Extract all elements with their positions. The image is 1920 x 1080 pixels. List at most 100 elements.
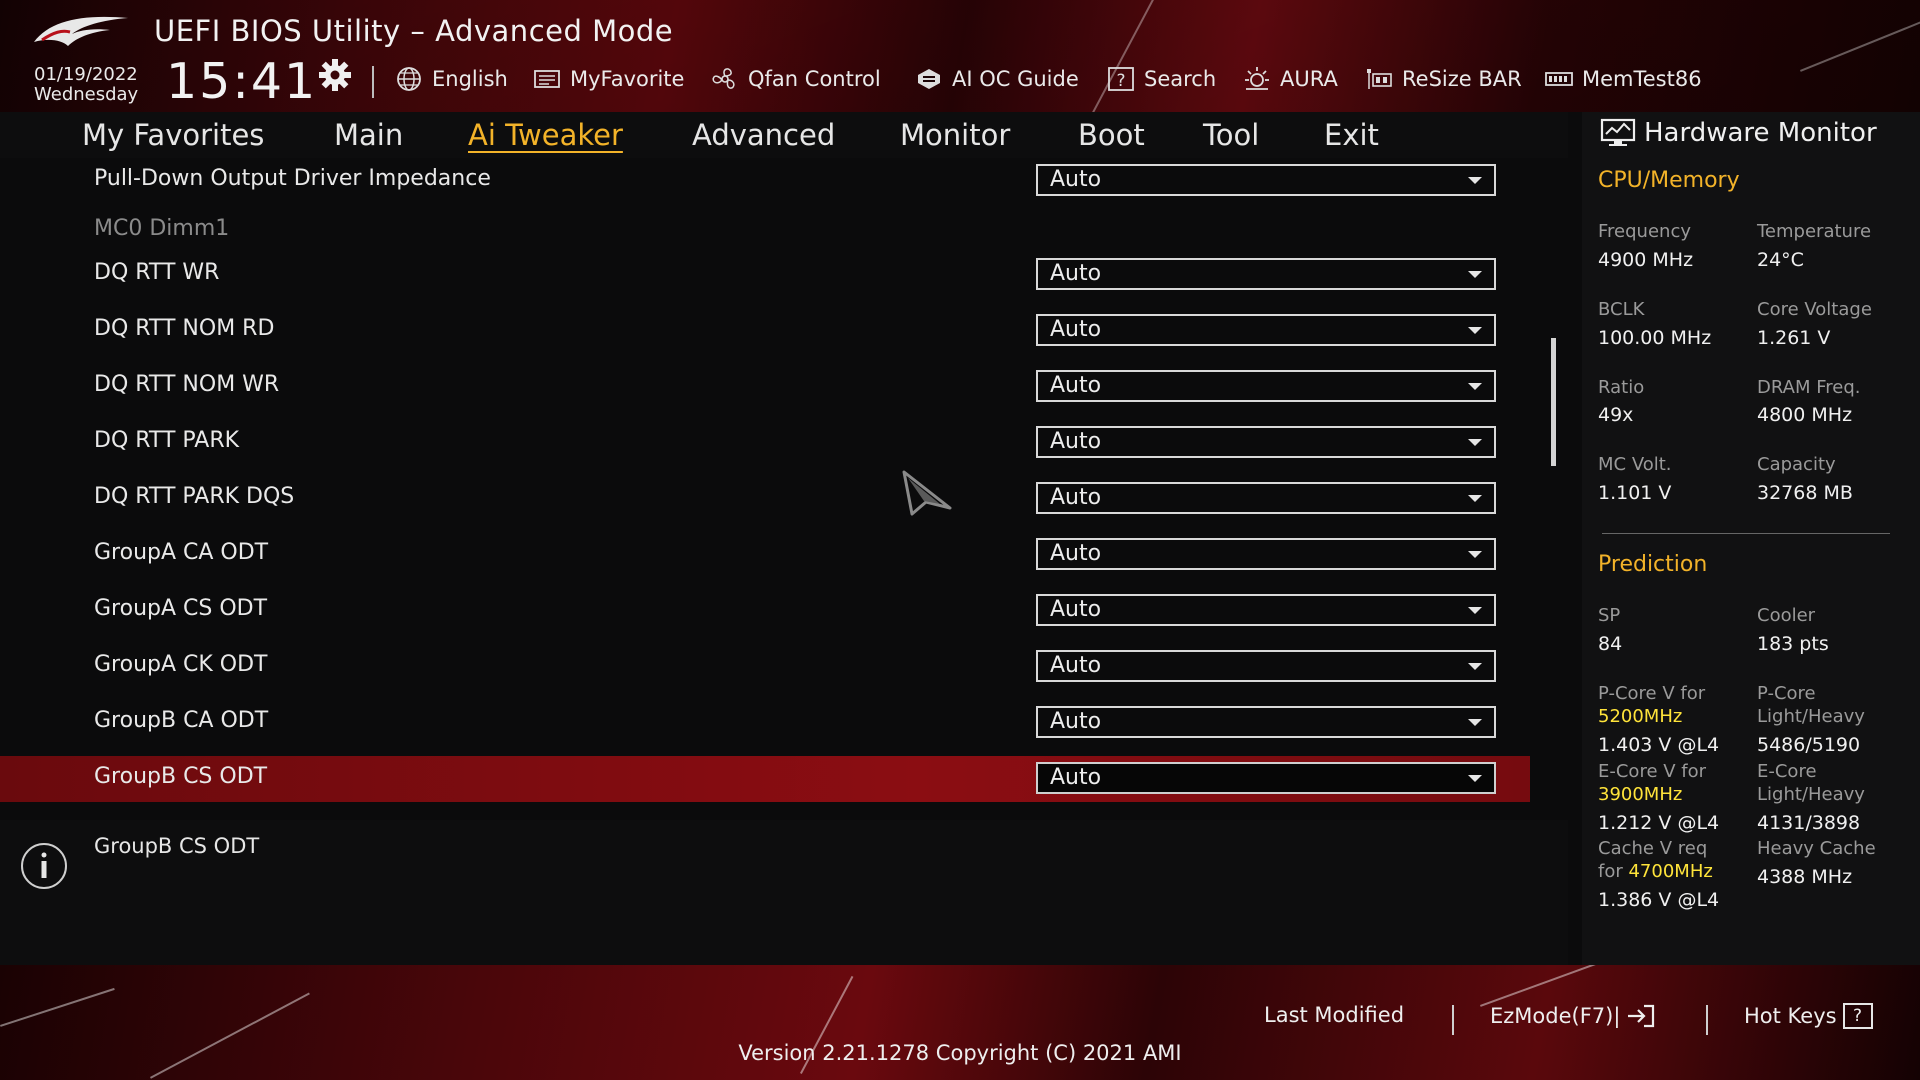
hw-value: 5486/5190 xyxy=(1757,734,1861,756)
hw-label: E-Core Light/Heavy xyxy=(1757,760,1865,806)
setting-label: DQ RTT PARK xyxy=(94,428,240,453)
setting-dropdown[interactable]: Auto xyxy=(1036,482,1496,514)
setting-row-dq-rtt-wr[interactable]: DQ RTT WR Auto xyxy=(0,252,1530,298)
divider xyxy=(1602,533,1890,534)
chevron-down-icon xyxy=(1468,551,1482,558)
setting-dropdown[interactable]: Auto xyxy=(1036,650,1496,682)
dropdown-value: Auto xyxy=(1050,261,1102,286)
hw-label-line: Light/Heavy xyxy=(1757,784,1865,805)
dropdown-value: Auto xyxy=(1050,541,1102,566)
memtest-icon xyxy=(1545,72,1573,86)
tool-myfavorite[interactable]: MyFavorite xyxy=(532,64,684,94)
setting-label: DQ RTT WR xyxy=(94,260,220,285)
dropdown-value: Auto xyxy=(1050,485,1102,510)
hw-value: 49x xyxy=(1598,404,1634,426)
tool-ai-oc-guide[interactable]: AI OC Guide xyxy=(914,64,1079,94)
bottom-bar: Last Modified EzMode(F7)| Hot Keys ? Ver… xyxy=(0,965,1920,1080)
tool-label: Qfan Control xyxy=(748,67,881,91)
tool-resize-bar[interactable]: ReSize BAR xyxy=(1364,64,1522,94)
favorite-icon xyxy=(534,70,560,88)
tab-main[interactable]: Main xyxy=(334,118,403,152)
chevron-down-icon xyxy=(1468,383,1482,390)
hw-label: MC Volt. xyxy=(1598,454,1672,475)
setting-row-dq-rtt-nom-rd[interactable]: DQ RTT NOM RD Auto xyxy=(0,308,1530,354)
hw-label: Heavy Cache xyxy=(1757,838,1876,859)
hardware-monitor-title: Hardware Monitor xyxy=(1600,118,1877,148)
setting-row-dq-rtt-nom-wr[interactable]: DQ RTT NOM WR Auto xyxy=(0,364,1530,410)
setting-row-groupa-ck-odt[interactable]: GroupA CK ODT Auto xyxy=(0,644,1530,690)
setting-dropdown[interactable]: Auto xyxy=(1036,538,1496,570)
help-key-icon: ? xyxy=(1842,1003,1873,1029)
setting-dropdown[interactable]: Auto xyxy=(1036,426,1496,458)
tab-ai-tweaker[interactable]: Ai Tweaker xyxy=(468,118,623,152)
tool-search[interactable]: ? Search xyxy=(1106,64,1216,94)
top-bar: UEFI BIOS Utility – Advanced Mode 01/19/… xyxy=(0,0,1920,112)
chevron-down-icon xyxy=(1468,719,1482,726)
tool-label: AURA xyxy=(1280,67,1338,91)
last-modified-button[interactable]: Last Modified xyxy=(1264,1003,1404,1027)
rog-logo-icon xyxy=(34,16,128,46)
hw-label: Ratio xyxy=(1598,377,1645,398)
setting-dropdown[interactable]: Auto xyxy=(1036,594,1496,626)
tab-exit[interactable]: Exit xyxy=(1324,118,1379,152)
setting-row-pull-down-output-driver-impedance[interactable]: Pull-Down Output Driver Impedance Auto xyxy=(0,158,1530,204)
hw-value: 100.00 MHz xyxy=(1598,327,1712,349)
tab-boot[interactable]: Boot xyxy=(1078,118,1145,152)
hw-label: P-Core V for 5200MHz xyxy=(1598,682,1705,728)
hw-label: E-Core V for 3900MHz xyxy=(1598,760,1706,806)
gear-icon[interactable] xyxy=(318,58,352,92)
section-header-mc0-dimm1: MC0 Dimm1 xyxy=(0,208,1530,254)
tool-aura[interactable]: AURA xyxy=(1242,64,1338,94)
tab-monitor[interactable]: Monitor xyxy=(900,118,1010,152)
header-divider xyxy=(372,66,374,98)
ai-guide-icon xyxy=(918,69,940,89)
setting-row-groupa-cs-odt[interactable]: GroupA CS ODT Auto xyxy=(0,588,1530,634)
tool-qfan-control[interactable]: Qfan Control xyxy=(710,64,881,94)
search-help-icon: ? xyxy=(1108,67,1134,91)
dropdown-value: Auto xyxy=(1050,429,1102,454)
globe-icon xyxy=(397,67,421,91)
tool-label: ReSize BAR xyxy=(1402,67,1522,91)
tab-advanced[interactable]: Advanced xyxy=(692,118,835,152)
date-display: 01/19/2022 Wednesday xyxy=(34,65,138,105)
setting-row-groupb-cs-odt[interactable]: GroupB CS ODT Auto xyxy=(0,756,1530,802)
setting-row-dq-rtt-park[interactable]: DQ RTT PARK Auto xyxy=(0,420,1530,466)
setting-dropdown[interactable]: Auto xyxy=(1036,164,1496,196)
hot-keys-button[interactable]: Hot Keys ? xyxy=(1744,1003,1873,1029)
setting-row-groupb-ca-odt[interactable]: GroupB CA ODT Auto xyxy=(0,700,1530,746)
exit-arrow-icon xyxy=(1628,1004,1655,1028)
tab-tool[interactable]: Tool xyxy=(1203,118,1259,152)
decor-slash xyxy=(1480,965,1613,1007)
setting-dropdown[interactable]: Auto xyxy=(1036,762,1496,794)
ezmode-button[interactable]: EzMode(F7)| xyxy=(1490,1003,1656,1029)
hw-label: Cooler xyxy=(1757,605,1816,626)
footer-divider xyxy=(1706,1005,1708,1035)
hw-label: Capacity xyxy=(1757,454,1836,475)
hw-value: 4131/3898 xyxy=(1757,812,1861,834)
dropdown-value: Auto xyxy=(1050,167,1102,192)
dropdown-value: Auto xyxy=(1050,597,1102,622)
hw-value: 183 pts xyxy=(1757,633,1829,655)
settings-scrollbar[interactable] xyxy=(1551,338,1556,466)
monitor-icon xyxy=(1600,118,1636,146)
hw-label-line: for xyxy=(1598,861,1623,882)
fan-icon xyxy=(712,68,735,89)
help-description: GroupB CS ODT xyxy=(94,834,260,858)
setting-row-groupa-ca-odt[interactable]: GroupA CA ODT Auto xyxy=(0,532,1530,578)
dropdown-value: Auto xyxy=(1050,317,1102,342)
setting-dropdown[interactable]: Auto xyxy=(1036,706,1496,738)
setting-row-dq-rtt-park-dqs[interactable]: DQ RTT PARK DQS Auto xyxy=(0,476,1530,522)
chevron-down-icon xyxy=(1468,663,1482,670)
chevron-down-icon xyxy=(1468,775,1482,782)
setting-dropdown[interactable]: Auto xyxy=(1036,370,1496,402)
dropdown-value: Auto xyxy=(1050,709,1102,734)
tool-english[interactable]: English xyxy=(394,64,508,94)
dropdown-value: Auto xyxy=(1050,373,1102,398)
tool-memtest86[interactable]: MemTest86 xyxy=(1544,64,1702,94)
hw-label: Core Voltage xyxy=(1757,299,1872,320)
setting-label: GroupB CA ODT xyxy=(94,708,269,733)
hw-value: 4388 MHz xyxy=(1757,866,1853,888)
setting-dropdown[interactable]: Auto xyxy=(1036,258,1496,290)
tab-my-favorites[interactable]: My Favorites xyxy=(82,118,264,152)
setting-dropdown[interactable]: Auto xyxy=(1036,314,1496,346)
